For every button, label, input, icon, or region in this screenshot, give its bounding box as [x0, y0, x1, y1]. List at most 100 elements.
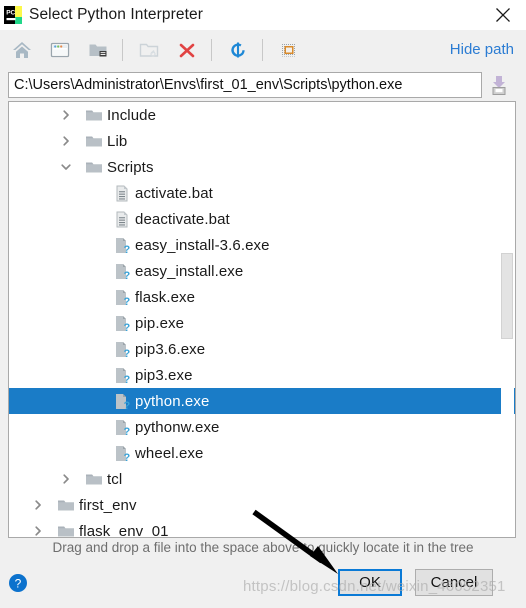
- chevron-right-icon[interactable]: [57, 470, 75, 488]
- refresh-icon[interactable]: [222, 36, 254, 64]
- exe-file-icon: ?: [113, 393, 131, 410]
- toolbar: Hide path: [0, 30, 526, 69]
- tree-row[interactable]: Lib: [9, 128, 503, 154]
- tree-row-label: deactivate.bat: [135, 210, 230, 228]
- project-folder-icon[interactable]: [82, 36, 114, 64]
- tree-row-label: activate.bat: [135, 184, 213, 202]
- tree-row[interactable]: ? python.exe: [9, 388, 515, 414]
- tree-row[interactable]: activate.bat: [9, 180, 503, 206]
- twisty-placeholder: [85, 236, 103, 254]
- svg-text:?: ?: [124, 374, 131, 384]
- file-tree-panel[interactable]: Include Lib Scripts activate.bat deactivate.…: [8, 101, 516, 538]
- desktop-icon[interactable]: [44, 36, 76, 64]
- chevron-right-icon[interactable]: [29, 522, 47, 537]
- tree-row[interactable]: Scripts: [9, 154, 503, 180]
- tree-row[interactable]: ? pip3.exe: [9, 362, 503, 388]
- exe-file-icon: ?: [113, 289, 131, 306]
- cancel-button[interactable]: Cancel: [415, 569, 493, 596]
- tree-row[interactable]: ? flask.exe: [9, 284, 503, 310]
- title-bar: PC Select Python Interpreter: [0, 0, 526, 30]
- tree-row[interactable]: ? easy_install-3.6.exe: [9, 232, 503, 258]
- tree-row-label: Include: [107, 106, 157, 124]
- twisty-placeholder: [85, 262, 103, 280]
- svg-text:?: ?: [124, 426, 131, 436]
- tree-row-label: python.exe: [135, 392, 210, 410]
- chevron-down-icon[interactable]: [57, 158, 75, 176]
- tree-row[interactable]: ? wheel.exe: [9, 440, 503, 466]
- bat-file-icon: [113, 185, 131, 201]
- tree-row-label: easy_install.exe: [135, 262, 244, 280]
- tree-row[interactable]: ? easy_install.exe: [9, 258, 503, 284]
- exe-file-icon: ?: [113, 445, 131, 462]
- file-tree-list: Include Lib Scripts activate.bat deactivate.…: [9, 102, 515, 537]
- toolbar-separator-3: [262, 38, 263, 61]
- tree-row[interactable]: flask_env_01: [9, 518, 503, 537]
- tree-row-label: flask.exe: [135, 288, 196, 306]
- twisty-placeholder: [85, 366, 103, 384]
- help-question-icon[interactable]: ?: [8, 573, 28, 593]
- tree-row-label: pip.exe: [135, 314, 185, 332]
- exe-file-icon: ?: [113, 367, 131, 384]
- window-title: Select Python Interpreter: [29, 6, 203, 23]
- twisty-placeholder: [85, 184, 103, 202]
- tree-row[interactable]: ? pip.exe: [9, 310, 503, 336]
- tree-row[interactable]: first_env: [9, 492, 503, 518]
- tree-row-label: pip3.exe: [135, 366, 193, 384]
- chevron-right-icon[interactable]: [29, 496, 47, 514]
- twisty-placeholder: [85, 418, 103, 436]
- tree-row[interactable]: ? pip3.6.exe: [9, 336, 503, 362]
- tree-row-label: pip3.6.exe: [135, 340, 206, 358]
- exe-file-icon: ?: [113, 263, 131, 280]
- tree-row-label: tcl: [107, 470, 123, 488]
- tree-row-label: Lib: [107, 132, 128, 150]
- select-python-interpreter-dialog: PC Select Python Interpreter Hide path C…: [0, 0, 526, 608]
- twisty-placeholder: [85, 340, 103, 358]
- folder-icon: [85, 107, 103, 123]
- exe-file-icon: ?: [113, 237, 131, 254]
- save-disk-icon[interactable]: [489, 74, 509, 96]
- svg-text:PC: PC: [6, 10, 15, 17]
- toolbar-separator-2: [211, 38, 212, 61]
- folder-icon: [57, 523, 75, 537]
- bat-file-icon: [113, 211, 131, 227]
- path-input[interactable]: [8, 72, 482, 98]
- svg-text:?: ?: [124, 400, 131, 410]
- tree-row-label: first_env: [79, 496, 137, 514]
- svg-text:?: ?: [124, 296, 131, 306]
- tree-row[interactable]: tcl: [9, 466, 503, 492]
- show-hidden-icon[interactable]: [273, 36, 305, 64]
- hide-path-link[interactable]: Hide path: [450, 41, 514, 58]
- tree-row[interactable]: Include: [9, 102, 503, 128]
- scrollbar-thumb[interactable]: [501, 253, 513, 339]
- drag-drop-hint: Drag and drop a file into the space abov…: [52, 540, 474, 555]
- svg-text:?: ?: [15, 577, 22, 591]
- tree-row[interactable]: ? pythonw.exe: [9, 414, 503, 440]
- tree-row-label: pythonw.exe: [135, 418, 220, 436]
- exe-file-icon: ?: [113, 341, 131, 358]
- twisty-placeholder: [85, 288, 103, 306]
- twisty-placeholder: [85, 392, 103, 410]
- path-row: [0, 69, 526, 101]
- delete-icon[interactable]: [171, 36, 203, 64]
- new-folder-icon[interactable]: [133, 36, 165, 64]
- svg-text:?: ?: [124, 348, 131, 358]
- home-icon[interactable]: [6, 36, 38, 64]
- svg-text:?: ?: [124, 270, 131, 280]
- exe-file-icon: ?: [113, 315, 131, 332]
- folder-icon: [57, 497, 75, 513]
- ok-button[interactable]: OK: [338, 569, 402, 596]
- twisty-placeholder: [85, 444, 103, 462]
- twisty-placeholder: [85, 314, 103, 332]
- toolbar-separator: [122, 38, 123, 61]
- pycharm-icon: PC: [4, 6, 22, 24]
- close-icon[interactable]: [480, 0, 526, 30]
- tree-row[interactable]: deactivate.bat: [9, 206, 503, 232]
- chevron-right-icon[interactable]: [57, 106, 75, 124]
- folder-icon: [85, 471, 103, 487]
- svg-text:?: ?: [124, 452, 131, 462]
- chevron-right-icon[interactable]: [57, 132, 75, 150]
- tree-vertical-scrollbar[interactable]: [501, 103, 514, 536]
- exe-file-icon: ?: [113, 419, 131, 436]
- folder-icon: [85, 159, 103, 175]
- twisty-placeholder: [85, 210, 103, 228]
